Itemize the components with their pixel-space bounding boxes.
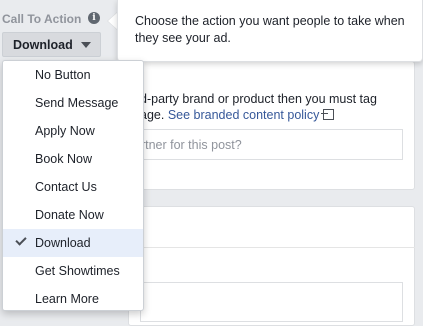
- partner-input[interactable]: artner for this post?: [128, 129, 403, 160]
- menu-item-label: Contact Us: [35, 180, 97, 194]
- tooltip-text: Choose the action you want people to tak…: [135, 14, 405, 45]
- menu-item-label: Get Showtimes: [35, 264, 120, 278]
- lower-panel-divider: [128, 247, 415, 248]
- checkmark-icon: [15, 234, 27, 246]
- menu-item-label: Donate Now: [35, 208, 104, 222]
- menu-item-apply-now[interactable]: Apply Now: [3, 117, 143, 145]
- partner-input-placeholder: artner for this post?: [134, 138, 242, 152]
- call-to-action-menu: No Button Send Message Apply Now Book No…: [2, 60, 144, 311]
- dropdown-selected-value: Download: [13, 37, 73, 52]
- menu-item-book-now[interactable]: Book Now: [3, 145, 143, 173]
- call-to-action-label: Call To Action: [2, 12, 82, 26]
- menu-item-contact-us[interactable]: Contact Us: [3, 173, 143, 201]
- menu-item-download[interactable]: Download: [3, 229, 143, 257]
- menu-item-label: Book Now: [35, 152, 92, 166]
- menu-item-label: Send Message: [35, 96, 119, 110]
- menu-item-label: Apply Now: [35, 124, 95, 138]
- menu-item-get-showtimes[interactable]: Get Showtimes: [3, 257, 143, 285]
- menu-item-donate-now[interactable]: Donate Now: [3, 201, 143, 229]
- branded-content-policy-link[interactable]: See branded content policy: [168, 108, 335, 122]
- lower-panel-input[interactable]: [140, 282, 403, 322]
- caret-down-icon: [81, 42, 91, 48]
- menu-item-label: Download: [35, 236, 91, 250]
- menu-item-label: Learn More: [35, 292, 99, 306]
- info-icon[interactable]: i: [88, 12, 100, 24]
- branded-content-line-1: d-party brand or product then you must t…: [140, 92, 377, 106]
- call-to-action-tooltip: Choose the action you want people to tak…: [117, 0, 423, 62]
- menu-item-no-button[interactable]: No Button: [3, 61, 143, 89]
- menu-item-send-message[interactable]: Send Message: [3, 89, 143, 117]
- menu-item-learn-more[interactable]: Learn More: [3, 285, 143, 313]
- menu-item-label: No Button: [35, 68, 91, 82]
- branded-content-text: d-party brand or product then you must t…: [140, 91, 415, 123]
- external-link-icon: [321, 109, 335, 120]
- call-to-action-dropdown[interactable]: Download: [2, 32, 101, 57]
- branded-content-panel: [128, 61, 415, 190]
